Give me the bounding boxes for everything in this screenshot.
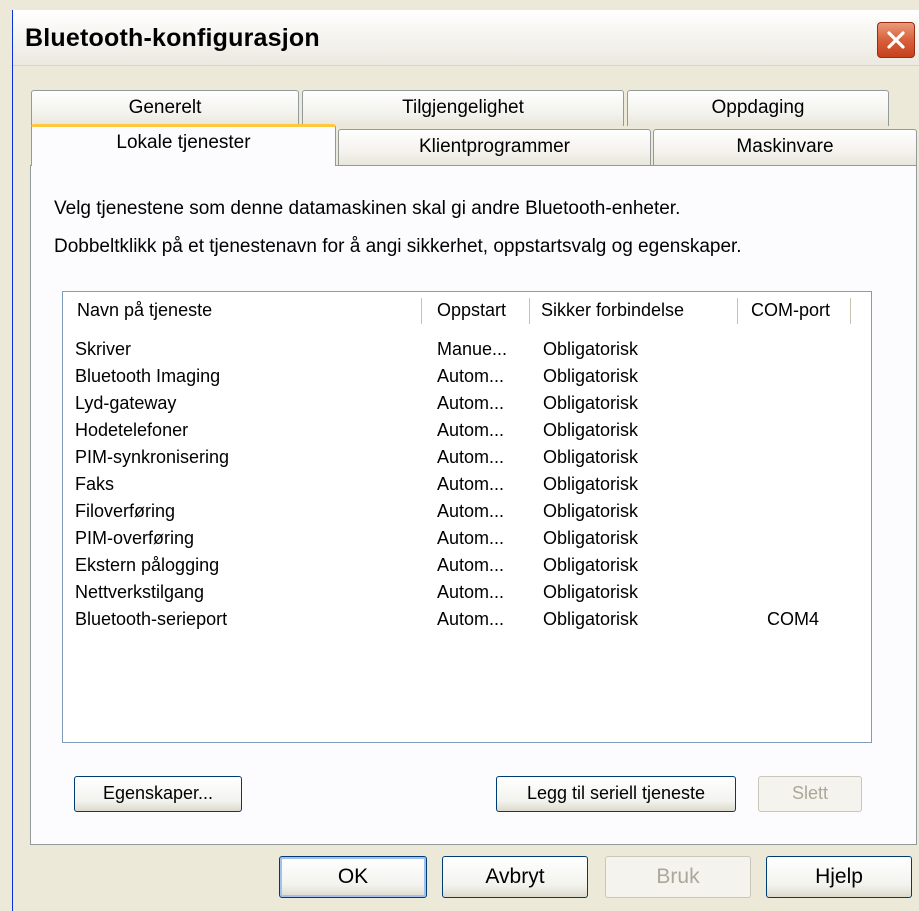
- service-name: Hodetelefoner: [75, 420, 189, 440]
- service-name: Filoverføring: [75, 501, 176, 521]
- list-item[interactable]: Filoverføring Autom... Obligatorisk: [63, 499, 871, 526]
- service-name: PIM-overføring: [75, 528, 195, 548]
- column-divider[interactable]: [421, 298, 423, 324]
- service-startup: Autom...: [437, 420, 505, 440]
- service-startup: Autom...: [437, 501, 505, 521]
- service-startup: Autom...: [437, 393, 505, 413]
- column-header-startup[interactable]: Oppstart: [437, 300, 506, 321]
- service-name: PIM-synkronisering: [75, 447, 230, 467]
- list-item[interactable]: Bluetooth-serieport Autom... Obligatoris…: [63, 607, 871, 634]
- tab-label: Generelt: [128, 97, 202, 118]
- column-divider[interactable]: [737, 298, 739, 324]
- help-button[interactable]: Hjelp: [766, 856, 912, 898]
- service-startup: Autom...: [437, 609, 505, 629]
- intro-text-2: Dobbeltklikk på et tjenestenavn for å an…: [54, 236, 742, 257]
- service-name: Ekstern pålogging: [75, 555, 220, 575]
- service-startup: Autom...: [437, 474, 505, 494]
- service-startup: Autom...: [437, 555, 505, 575]
- list-item[interactable]: Nettverkstilgang Autom... Obligatorisk: [63, 580, 871, 607]
- service-name: Nettverkstilgang: [75, 582, 205, 602]
- column-header-name[interactable]: Navn på tjeneste: [77, 300, 212, 321]
- service-startup: Autom...: [437, 582, 505, 602]
- service-name: Bluetooth Imaging: [75, 366, 221, 386]
- cancel-button[interactable]: Avbryt: [442, 856, 588, 898]
- list-item[interactable]: Faks Autom... Obligatorisk: [63, 472, 871, 499]
- tab-label: Lokale tjenester: [116, 132, 251, 153]
- service-startup: Autom...: [437, 528, 505, 548]
- service-security: Obligatorisk: [543, 393, 639, 413]
- list-item[interactable]: Ekstern pålogging Autom... Obligatorisk: [63, 553, 871, 580]
- service-name: Skriver: [75, 339, 132, 359]
- close-icon: [887, 31, 905, 49]
- service-security: Obligatorisk: [543, 474, 639, 494]
- service-startup: Autom...: [437, 447, 505, 467]
- window-title: Bluetooth-konfigurasjon: [25, 24, 320, 52]
- column-header-com-port[interactable]: COM-port: [751, 300, 830, 321]
- properties-button[interactable]: Egenskaper...: [74, 776, 242, 812]
- column-divider[interactable]: [850, 298, 852, 324]
- service-security: Obligatorisk: [543, 420, 639, 440]
- service-startup: Manue...: [437, 339, 508, 359]
- tab-tilgjengelighet[interactable]: Tilgjengelighet: [302, 90, 624, 126]
- service-security: Obligatorisk: [543, 555, 639, 575]
- tab-label: Tilgjengelighet: [402, 97, 524, 118]
- tab-label: Oppdaging: [711, 97, 805, 118]
- service-name: Faks: [75, 474, 115, 494]
- service-security: Obligatorisk: [543, 366, 639, 386]
- service-security: Obligatorisk: [543, 582, 639, 602]
- list-item[interactable]: Bluetooth Imaging Autom... Obligatorisk: [63, 364, 871, 391]
- list-item[interactable]: PIM-synkronisering Autom... Obligatorisk: [63, 445, 871, 472]
- service-security: Obligatorisk: [543, 609, 639, 629]
- service-security: Obligatorisk: [543, 447, 639, 467]
- list-item[interactable]: PIM-overføring Autom... Obligatorisk: [63, 526, 871, 553]
- list-item[interactable]: Hodetelefoner Autom... Obligatorisk: [63, 418, 871, 445]
- service-security: Obligatorisk: [543, 501, 639, 521]
- intro-text-1: Velg tjenestene som denne datamaskinen s…: [54, 198, 681, 219]
- tab-klientprogrammer[interactable]: Klientprogrammer: [338, 129, 651, 165]
- service-name: Lyd-gateway: [75, 393, 177, 413]
- list-header: Navn på tjeneste Oppstart Sikker forbind…: [63, 292, 871, 332]
- service-security: Obligatorisk: [543, 339, 639, 359]
- service-com-port: COM4: [767, 609, 820, 629]
- close-button[interactable]: [877, 22, 915, 58]
- bluetooth-config-window: Bluetooth-konfigurasjon Generelt Tilgjen…: [12, 10, 919, 911]
- services-list[interactable]: Navn på tjeneste Oppstart Sikker forbind…: [62, 291, 872, 743]
- tab-lokale-tjenester[interactable]: Lokale tjenester: [31, 124, 336, 166]
- service-name: Bluetooth-serieport: [75, 609, 228, 629]
- title-bar[interactable]: Bluetooth-konfigurasjon: [13, 10, 919, 66]
- tab-maskinvare[interactable]: Maskinvare: [653, 129, 917, 165]
- service-security: Obligatorisk: [543, 528, 639, 548]
- delete-button[interactable]: Slett: [758, 776, 862, 812]
- service-startup: Autom...: [437, 366, 505, 386]
- ok-button[interactable]: OK: [279, 856, 427, 898]
- list-item[interactable]: Skriver Manue... Obligatorisk: [63, 337, 871, 364]
- local-services-panel: Velg tjenestene som denne datamaskinen s…: [30, 165, 917, 845]
- tab-label: Klientprogrammer: [419, 136, 570, 157]
- add-serial-service-button[interactable]: Legg til seriell tjeneste: [496, 776, 736, 812]
- list-item[interactable]: Lyd-gateway Autom... Obligatorisk: [63, 391, 871, 418]
- column-divider[interactable]: [529, 298, 531, 324]
- tab-label: Maskinvare: [736, 136, 834, 157]
- tab-generelt[interactable]: Generelt: [31, 90, 299, 126]
- column-header-secure-connection[interactable]: Sikker forbindelse: [541, 300, 684, 321]
- apply-button[interactable]: Bruk: [605, 856, 751, 898]
- tab-oppdaging[interactable]: Oppdaging: [627, 90, 889, 126]
